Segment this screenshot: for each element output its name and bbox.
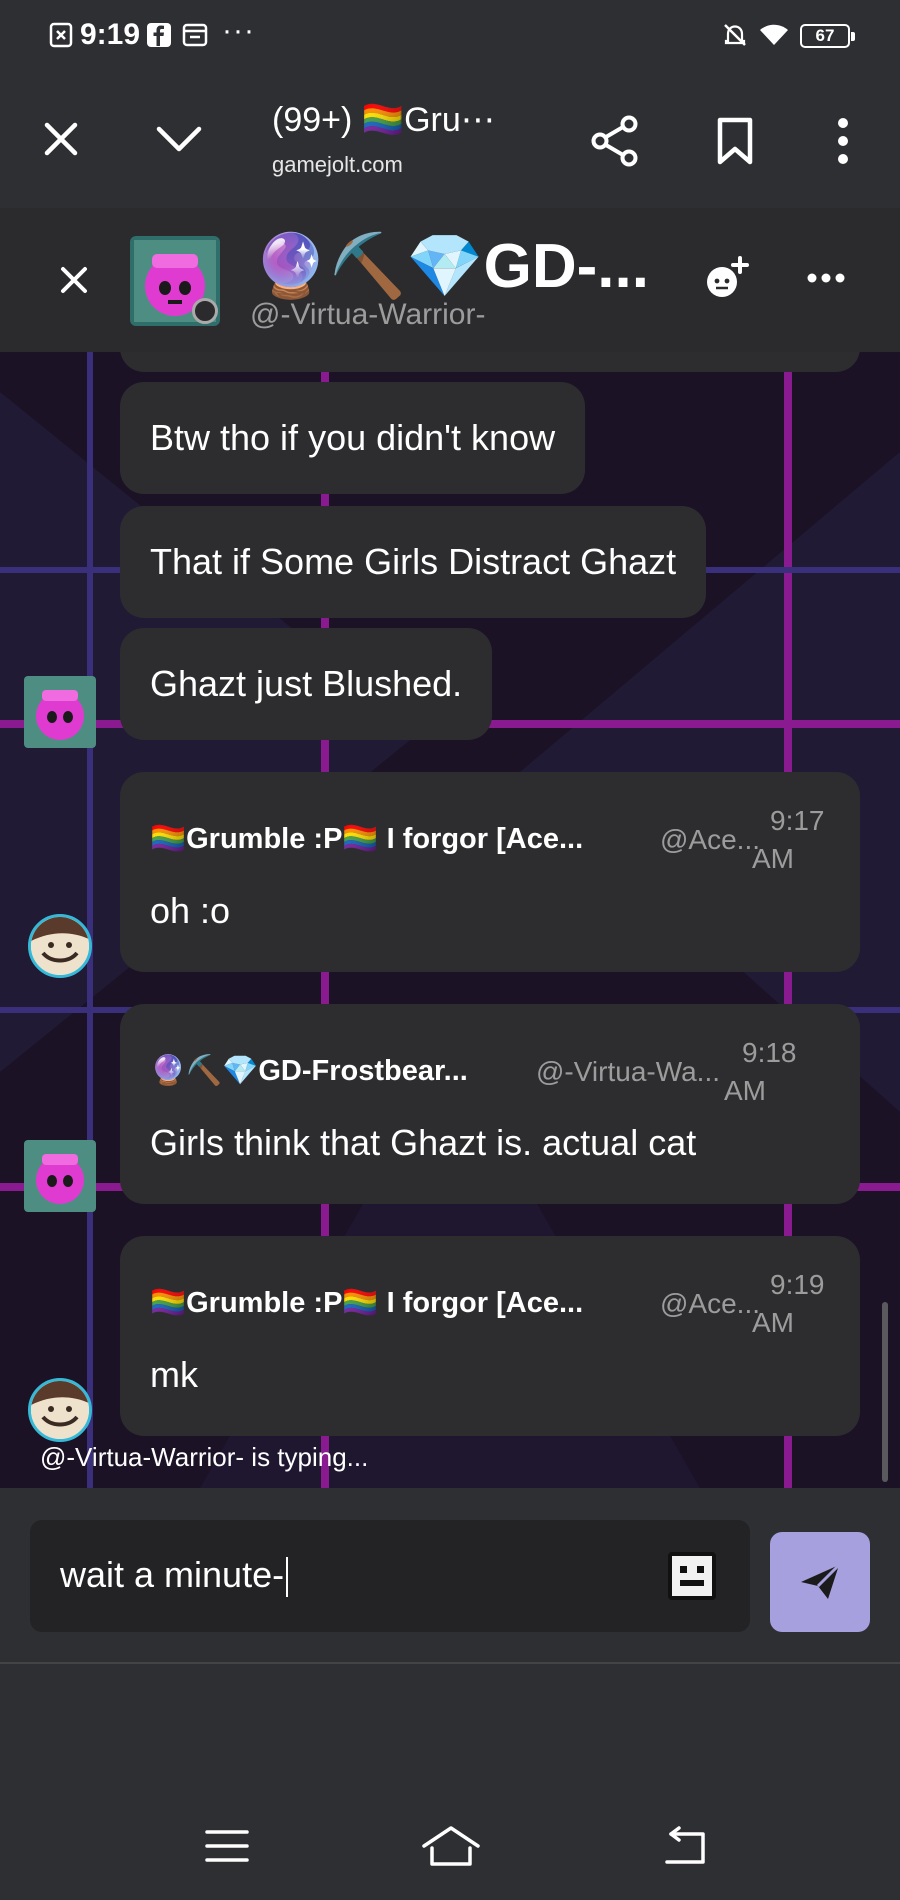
close-icon [61, 267, 87, 293]
facebook-icon [147, 23, 171, 47]
message-bubble[interactable]: Ghazt just Blushed. [120, 628, 493, 740]
user-avatar[interactable] [24, 1140, 96, 1212]
message-bubble[interactable]: That if Some Girls Distract Ghazt [120, 506, 707, 618]
close-icon [44, 122, 78, 156]
emoji-picker-icon[interactable] [666, 1550, 718, 1602]
message-bubble-previous[interactable] [120, 352, 860, 372]
user-avatar[interactable] [28, 914, 92, 978]
message-text: Girls think that Ghazt is. actual cat [150, 1122, 697, 1163]
message-time: 9:17 AM [752, 805, 825, 874]
system-nav-bar [0, 1794, 900, 1900]
avatar-image [31, 917, 89, 975]
message-bubble[interactable]: 🏳️‍🌈Grumble :P🏳️‍🌈 I forgor [Ace... @Ace… [120, 1236, 860, 1436]
avatar-image [24, 676, 96, 748]
user-avatar[interactable] [24, 676, 96, 748]
message-bubble[interactable]: Btw tho if you didn't know [120, 382, 586, 494]
page-title: (99+) 🏳️‍🌈Gru⋯ [272, 101, 495, 139]
message-handle[interactable]: @Ace... [660, 1288, 760, 1320]
message-author[interactable]: 🔮⛏️💎GD-Frostbear... [150, 1054, 468, 1088]
browser-menu-button[interactable] [808, 106, 878, 176]
send-button[interactable] [770, 1532, 870, 1632]
chat-header: 🔮⛏️💎GD-... @-Virtua-Warrior- [0, 208, 900, 352]
message-composer: wait a minute- [0, 1488, 900, 1664]
close-chat-button[interactable] [42, 248, 106, 312]
menu-icon [205, 1830, 249, 1862]
add-friend-button[interactable] [694, 246, 758, 310]
status-indicator [192, 298, 218, 324]
message-time: 9:18 AM [724, 1037, 797, 1106]
back-button[interactable] [650, 1814, 720, 1878]
status-time: 9:19 [80, 18, 141, 51]
back-icon [665, 1826, 705, 1864]
status-bar: 9:19 ··· 67 [0, 0, 900, 72]
avatar-image [31, 1381, 89, 1439]
message-bubble[interactable]: 🏳️‍🌈Grumble :P🏳️‍🌈 I forgor [Ace... @Ace… [120, 772, 860, 972]
message-text: mk [150, 1354, 198, 1395]
wifi-icon [760, 24, 788, 45]
message-text: That if Some Girls Distract Ghazt [150, 541, 677, 582]
mute-bell-icon [724, 24, 746, 46]
message-text: Ghazt just Blushed. [150, 663, 463, 704]
typing-indicator: @-Virtua-Warrior- is typing... [40, 1442, 369, 1472]
chat-messages[interactable]: Btw tho if you didn't know That if Some … [0, 352, 900, 1488]
message-text: oh :o [150, 890, 231, 931]
more-dots-icon: ··· [222, 14, 255, 47]
share-icon [591, 115, 638, 167]
user-avatar[interactable] [28, 1378, 92, 1442]
message-author[interactable]: 🏳️‍🌈Grumble :P🏳️‍🌈 I forgor [Ace... [150, 1286, 583, 1320]
battery-icon: 67 [800, 24, 855, 48]
avatar-image [24, 1140, 96, 1212]
chat-options-button[interactable] [794, 246, 858, 310]
share-button[interactable] [580, 106, 650, 176]
kebab-menu-icon [838, 118, 848, 164]
expand-button[interactable] [144, 104, 214, 174]
menu-button[interactable] [192, 1814, 262, 1878]
add-friend-icon [707, 256, 749, 297]
message-input-text: wait a minute- [60, 1554, 289, 1598]
chevron-down-icon [156, 126, 202, 152]
mail-icon [182, 23, 208, 47]
close-tab-button[interactable] [26, 104, 96, 174]
browser-toolbar: (99+) 🏳️‍🌈Gru⋯ gamejolt.com [0, 72, 900, 208]
message-handle[interactable]: @Ace... [660, 824, 760, 856]
message-input[interactable]: wait a minute- [30, 1520, 750, 1632]
chat-title: 🔮⛏️💎GD-... [252, 232, 649, 301]
bookmark-button[interactable] [700, 106, 770, 176]
chat-subtitle: @-Virtua-Warrior- [250, 298, 486, 331]
home-icon [422, 1826, 480, 1866]
message-handle[interactable]: @-Virtua-Wa... [536, 1056, 720, 1088]
notification-x-icon [49, 22, 73, 48]
more-options-icon [807, 273, 845, 283]
bookmark-icon [717, 117, 753, 165]
send-icon [801, 1563, 841, 1599]
message-author[interactable]: 🏳️‍🌈Grumble :P🏳️‍🌈 I forgor [Ace... [150, 822, 583, 856]
message-time: 9:19 AM [752, 1269, 825, 1338]
home-button[interactable] [416, 1814, 486, 1878]
text-caret [286, 1557, 289, 1598]
message-text: Btw tho if you didn't know [150, 417, 556, 458]
page-url: gamejolt.com [272, 152, 403, 177]
chat-scrollbar[interactable] [882, 1302, 888, 1482]
message-bubble[interactable]: 🔮⛏️💎GD-Frostbear... @-Virtua-Wa... 9:18 … [120, 1004, 860, 1204]
